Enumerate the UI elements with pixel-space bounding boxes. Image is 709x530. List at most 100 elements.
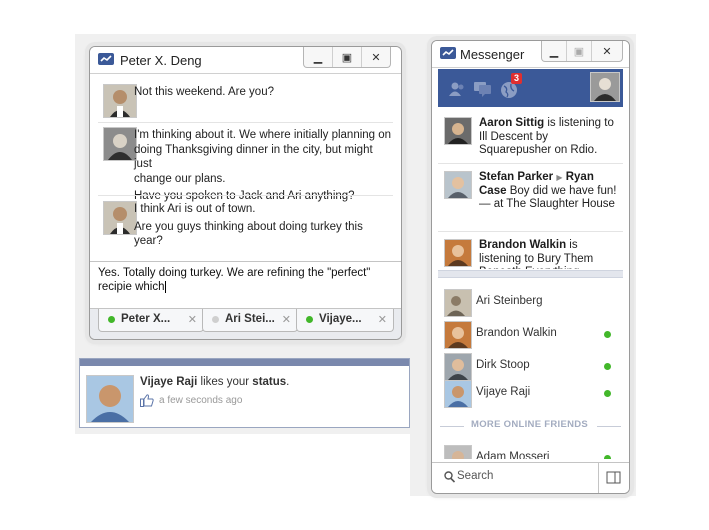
ticker-divider [438, 163, 623, 164]
notification-end: . [286, 376, 290, 388]
divider-line [440, 426, 464, 427]
chat-tab-peter[interactable]: Peter X... ✕ [98, 309, 204, 332]
more-online-friends-header: MORE ONLINE FRIENDS [440, 419, 621, 433]
messenger-icon [98, 53, 114, 65]
avatar-peter-deng[interactable] [103, 84, 137, 118]
avatar-dirk-stoop[interactable] [444, 353, 472, 381]
message-line: I'm thinking about it. We where initiall… [134, 129, 392, 141]
avatar-aaron-sittig[interactable] [444, 117, 472, 145]
online-status-icon [604, 455, 611, 459]
ticker-actor[interactable]: Stefan Parker [479, 171, 553, 183]
chat-window: Peter X. Deng ▁ ▣ ✕ Not this weekend. Ar… [89, 46, 402, 340]
messenger-title: Messenger [460, 47, 525, 62]
ticker-resize-bar[interactable] [438, 270, 623, 278]
friend-list-item[interactable]: Brandon Walkin [432, 321, 629, 349]
avatar-brandon-walkin[interactable] [444, 239, 472, 267]
close-tab-icon[interactable]: ✕ [188, 313, 197, 326]
message-line: change our plans. [134, 172, 226, 185]
messenger-header: 3 [438, 69, 623, 107]
avatar-vijaye-raji[interactable] [86, 375, 134, 423]
chat-window-controls: ▁ ▣ ✕ [303, 47, 391, 68]
avatar-ari-steinberg[interactable] [444, 289, 472, 317]
messenger-window: Messenger ▁ ▣ ✕ 3 Aaron Sittig is listen… [431, 40, 630, 494]
arrow-right-icon: ▶ [556, 173, 563, 182]
online-status-icon [604, 331, 611, 338]
messenger-search-bar: Search [432, 462, 629, 493]
ticker-story[interactable]: Aaron Sittig is listening to Ill Descent… [432, 115, 629, 161]
idle-status-icon [212, 316, 219, 323]
friend-name: Dirk Stoop [476, 359, 530, 371]
online-status-icon [306, 316, 313, 323]
friend-name: Brandon Walkin [476, 327, 557, 339]
message-divider [98, 122, 393, 123]
notification-object[interactable]: status [252, 376, 286, 388]
message-3: I think Ari is out of town. Are you guys… [134, 202, 393, 249]
notification-badge: 3 [511, 73, 523, 84]
search-input[interactable]: Search [457, 470, 493, 482]
messenger-icon [440, 47, 456, 59]
chat-tab-ari[interactable]: Ari Stei... ✕ [202, 309, 298, 332]
friend-list-item[interactable]: Vijaye Raji [432, 380, 629, 408]
avatar-adam-mosseri[interactable] [444, 445, 472, 459]
online-status-icon [108, 316, 115, 323]
message-divider [98, 195, 393, 196]
message-line: Not this weekend. Are you? [134, 86, 274, 98]
avatar-vijaye-raji[interactable] [444, 380, 472, 408]
messenger-titlebar[interactable]: Messenger ▁ ▣ ✕ [432, 41, 629, 68]
sidebar-toggle-icon[interactable] [598, 463, 629, 493]
message-2: I'm thinking about it. We where initiall… [134, 128, 393, 204]
chat-tab-vijaye[interactable]: Vijaye... ✕ [296, 309, 394, 332]
message-line: Are you guys thinking about doing turkey… [134, 220, 363, 248]
friend-name: Ari Steinberg [476, 295, 543, 307]
divider-line [597, 426, 621, 427]
ticker-text: Aaron Sittig is listening to Ill Descent… [479, 117, 621, 158]
user-avatar[interactable] [590, 72, 620, 102]
avatar-peter-deng[interactable] [103, 201, 137, 235]
friend-list-item[interactable]: Dirk Stoop [432, 353, 629, 381]
friend-list-item[interactable]: Ari Steinberg [432, 289, 629, 317]
minimize-icon[interactable]: ▁ [542, 41, 566, 61]
notification-verb: likes your [197, 376, 253, 388]
messenger-window-controls: ▁ ▣ ✕ [541, 41, 623, 62]
minimize-icon[interactable]: ▁ [304, 47, 332, 67]
chat-title[interactable]: Peter X. Deng [120, 53, 202, 68]
like-icon [140, 394, 154, 407]
message-1: Not this weekend. Are you? [134, 85, 393, 100]
ticker-text: Brandon Walkin is listening to Bury Them… [479, 239, 621, 269]
notification-text: Vijaye Raji likes your status. [140, 376, 289, 388]
friend-requests-icon[interactable] [448, 81, 466, 97]
ticker-actor[interactable]: Aaron Sittig [479, 117, 544, 129]
popout-icon[interactable]: ▣ [566, 41, 591, 61]
online-status-icon [604, 363, 611, 370]
ticker-actor[interactable]: Brandon Walkin [479, 239, 566, 251]
message-line: doing Thanksgiving dinner in the city, b… [134, 143, 373, 171]
messages-icon[interactable] [474, 81, 492, 97]
chat-composer-input[interactable]: Yes. Totally doing turkey. We are refini… [90, 261, 401, 313]
friend-list-item[interactable]: Adam Mosseri [432, 445, 629, 459]
notification-card[interactable]: Vijaye Raji likes your status. a few sec… [79, 358, 410, 428]
avatar-self[interactable] [103, 127, 137, 161]
ticker-story[interactable]: Brandon Walkin is listening to Bury Them… [432, 237, 629, 269]
notification-actor[interactable]: Vijaye Raji [140, 376, 197, 388]
online-status-icon [604, 390, 611, 397]
search-icon [444, 471, 455, 483]
friend-name: Adam Mosseri [476, 451, 550, 459]
close-icon[interactable]: ✕ [591, 41, 622, 61]
ticker-divider [438, 231, 623, 232]
notification-time: a few seconds ago [159, 395, 243, 406]
friend-name: Vijaye Raji [476, 386, 531, 398]
chat-tab-label: Vijaye... [319, 313, 362, 325]
avatar-stefan-parker[interactable] [444, 171, 472, 199]
chat-titlebar[interactable]: Peter X. Deng ▁ ▣ ✕ [90, 47, 401, 74]
chat-tabs-bar: Peter X... ✕ Ari Stei... ✕ Vijaye... ✕ [90, 308, 401, 339]
ticker-text: Stefan Parker ▶ Ryan Case Boy did we hav… [479, 171, 621, 212]
avatar-brandon-walkin[interactable] [444, 321, 472, 349]
chat-tab-label: Peter X... [121, 313, 171, 325]
popout-icon[interactable]: ▣ [332, 47, 361, 67]
close-icon[interactable]: ✕ [361, 47, 390, 67]
close-tab-icon[interactable]: ✕ [282, 313, 291, 326]
notification-header-bar [80, 359, 409, 366]
close-tab-icon[interactable]: ✕ [378, 313, 387, 326]
ticker-story[interactable]: Stefan Parker ▶ Ryan Case Boy did we hav… [432, 169, 629, 229]
composer-text: Yes. Totally doing turkey. We are refini… [98, 267, 371, 293]
